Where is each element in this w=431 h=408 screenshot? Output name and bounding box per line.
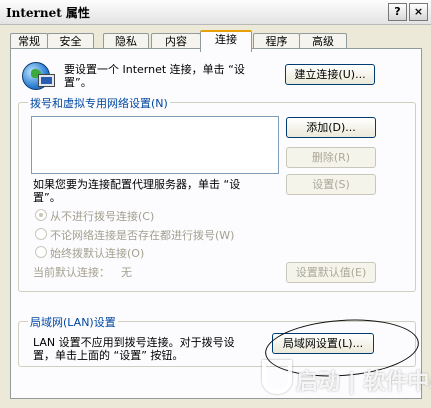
dialup-legend: 拨号和虚拟专用网络设置(N)	[28, 95, 170, 111]
proxy-text-line1: 如果您要为连接配置代理服务器，单击 “设	[33, 178, 241, 191]
radio-never-dial-label: 从不进行拨号连接(C)	[50, 210, 155, 223]
watermark-text: 启动 | 软件中心	[296, 370, 431, 395]
close-button[interactable]: ×	[409, 3, 428, 21]
tab-connections[interactable]: 连接	[200, 30, 252, 52]
lan-text-line2: 置，单击上面的 “设置” 按钮。	[33, 349, 184, 362]
radio-never-dial[interactable]	[35, 209, 47, 221]
radio-dial-when-no-network-label: 不论网络连接是否存在都进行拨号(W)	[50, 229, 235, 242]
remove-button[interactable]: 删除(R)	[286, 147, 376, 168]
watermark-logo-icon	[262, 360, 292, 394]
title-bar[interactable]: Internet 属性 ? ×	[0, 0, 431, 25]
current-default-label: 当前默认连接：	[33, 266, 110, 279]
settings-button[interactable]: 设置(S)	[286, 174, 376, 195]
setup-connection-button[interactable]: 建立连接(U)...	[285, 64, 375, 85]
current-default-value: 无	[121, 266, 132, 279]
radio-always-dial[interactable]	[35, 246, 47, 258]
window-title: Internet 属性	[6, 6, 90, 20]
add-button[interactable]: 添加(D)...	[286, 117, 376, 138]
computer-icon	[38, 74, 55, 87]
watermark: 启动 | 软件中心	[262, 360, 431, 396]
setup-text-line2: 置”。	[64, 76, 92, 89]
proxy-text-line2: 置”。	[33, 191, 61, 204]
lan-legend: 局域网(LAN)设置	[28, 314, 118, 330]
connections-listbox[interactable]	[31, 116, 279, 174]
set-default-button[interactable]: 设置默认值(E)	[286, 262, 376, 283]
help-button[interactable]: ?	[388, 3, 407, 21]
radio-dial-when-no-network[interactable]	[35, 228, 47, 240]
radio-always-dial-label: 始终拨默认连接(O)	[50, 247, 145, 260]
